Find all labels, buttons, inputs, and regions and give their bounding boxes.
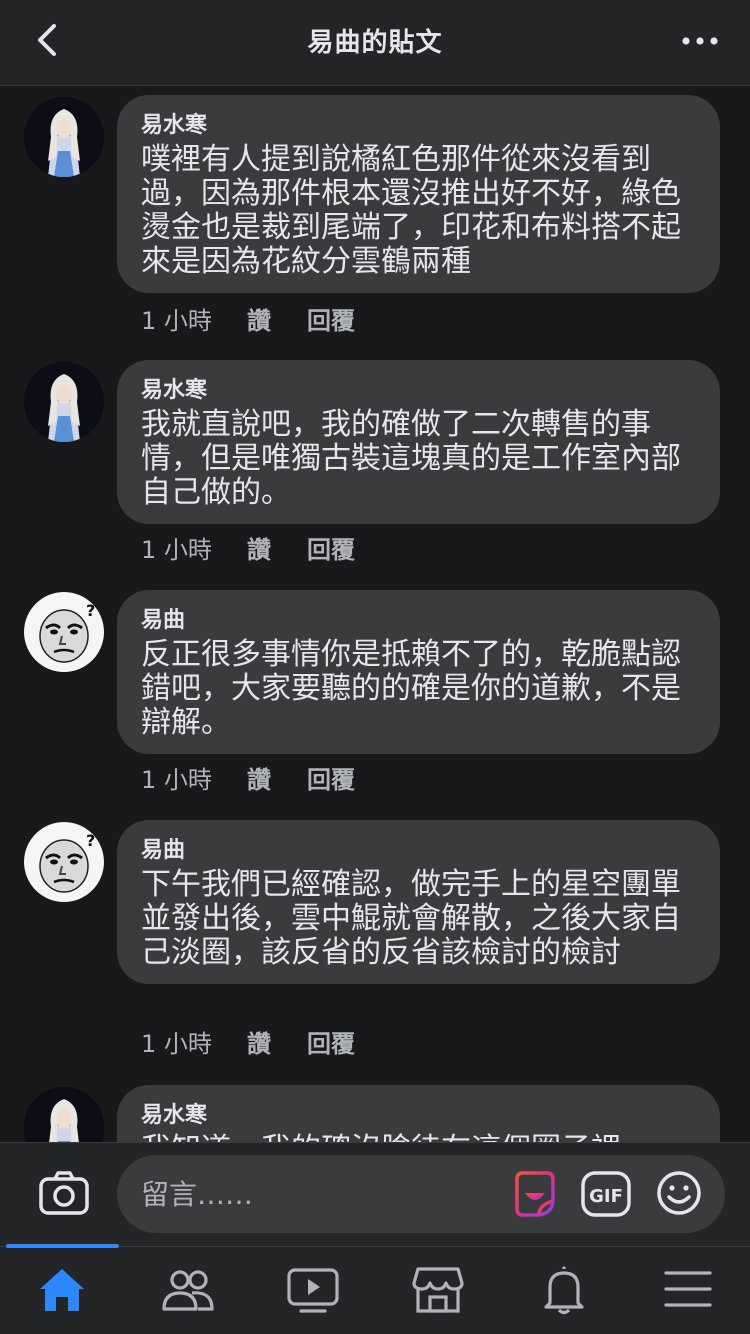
watch-icon[interactable] xyxy=(283,1265,343,1315)
bottom-navigation xyxy=(0,1244,750,1334)
comment-time: 1 小時 xyxy=(141,307,212,335)
comment-time: 1 小時 xyxy=(141,536,212,564)
avatar[interactable] xyxy=(24,97,104,177)
avatar[interactable]: ? xyxy=(24,822,104,902)
comment-bubble[interactable]: 易水寒 我就直說吧，我的確做了二次轉售的事情，但是唯獨古裝這塊真的是工作室內部自… xyxy=(117,360,720,524)
comment-actions: 1 小時 讚 回覆 xyxy=(141,760,355,795)
comment-bubble[interactable]: 易曲 下午我們已經確認，做完手上的星空團單並發出後，雲中鯤就會解散，之後大家自己… xyxy=(117,820,720,984)
avatar[interactable]: ? xyxy=(24,592,104,672)
svg-text:?: ? xyxy=(86,601,95,620)
avatar[interactable] xyxy=(24,362,104,442)
comment-author[interactable]: 易水寒 xyxy=(141,374,694,408)
reply-button[interactable]: 回覆 xyxy=(307,760,355,795)
comment-author[interactable]: 易水寒 xyxy=(141,1099,694,1133)
comment-input-container[interactable]: GIF xyxy=(117,1155,725,1233)
sticker-icon[interactable] xyxy=(509,1169,559,1219)
comment-text: 下午我們已經確認，做完手上的星空團單並發出後，雲中鯤就會解散，之後大家自己淡圈，… xyxy=(141,867,681,970)
comment-bubble[interactable]: 易水寒 噗裡有人提到說橘紅色那件從來沒看到過，因為那件根本還沒推出好不好，綠色燙… xyxy=(117,95,720,293)
comment-text: 我就直說吧，我的確做了二次轉售的事情，但是唯獨古裝這塊真的是工作室內部自己做的。 xyxy=(141,407,681,510)
reply-button[interactable]: 回覆 xyxy=(307,530,355,565)
home-icon[interactable] xyxy=(32,1265,92,1315)
comment-composer: GIF xyxy=(0,1142,750,1246)
comment-actions: 1 小時 讚 回覆 xyxy=(141,530,355,565)
comment-time: 1 小時 xyxy=(141,1030,212,1058)
marketplace-icon[interactable] xyxy=(408,1265,468,1315)
camera-icon[interactable] xyxy=(38,1169,90,1217)
comment-text: 噗裡有人提到說橘紅色那件從來沒看到過，因為那件根本還沒推出好不好，綠色燙金也是裁… xyxy=(141,142,681,279)
like-button[interactable]: 讚 xyxy=(247,1024,307,1059)
like-button[interactable]: 讚 xyxy=(247,530,307,565)
comment-author[interactable]: 易水寒 xyxy=(141,109,694,143)
more-dots-icon[interactable] xyxy=(680,24,720,58)
bell-icon[interactable] xyxy=(534,1265,594,1315)
reply-button[interactable]: 回覆 xyxy=(307,301,355,336)
page-title: 易曲的貼文 xyxy=(307,28,443,58)
comment-bubble[interactable]: 易曲 反正很多事情你是抵賴不了的，乾脆點認錯吧，大家要聽的的確是你的道歉，不是辯… xyxy=(117,590,720,754)
comment-actions: 1 小時 讚 回覆 xyxy=(141,1024,355,1059)
comment-input[interactable] xyxy=(141,1155,501,1233)
gif-icon[interactable]: GIF xyxy=(581,1171,631,1217)
friends-icon[interactable] xyxy=(158,1265,218,1315)
comment-author[interactable]: 易曲 xyxy=(141,834,694,868)
like-button[interactable]: 讚 xyxy=(247,301,307,336)
menu-icon[interactable] xyxy=(658,1265,718,1315)
comment-author[interactable]: 易曲 xyxy=(141,604,694,638)
avatar[interactable] xyxy=(24,1087,104,1142)
comment-actions: 1 小時 讚 回覆 xyxy=(141,301,355,336)
comments-feed[interactable]: 易水寒 噗裡有人提到說橘紅色那件從來沒看到過，因為那件根本還沒推出好不好，綠色燙… xyxy=(0,87,750,1142)
top-bar: 易曲的貼文 xyxy=(0,0,750,86)
comment-text: 我知道，我的確沒臉待在這個圈子裡 xyxy=(141,1133,694,1143)
svg-text:?: ? xyxy=(86,831,95,850)
comment-text: 反正很多事情你是抵賴不了的，乾脆點認錯吧，大家要聽的的確是你的道歉，不是辯解。 xyxy=(141,637,681,740)
emoji-icon[interactable] xyxy=(655,1169,703,1217)
like-button[interactable]: 讚 xyxy=(247,760,307,795)
comment-bubble[interactable]: 易水寒 我知道，我的確沒臉待在這個圈子裡 xyxy=(117,1085,720,1142)
comment-time: 1 小時 xyxy=(141,766,212,794)
active-tab-indicator xyxy=(6,1244,119,1248)
gif-label: GIF xyxy=(589,1186,623,1207)
reply-button[interactable]: 回覆 xyxy=(307,1024,355,1059)
